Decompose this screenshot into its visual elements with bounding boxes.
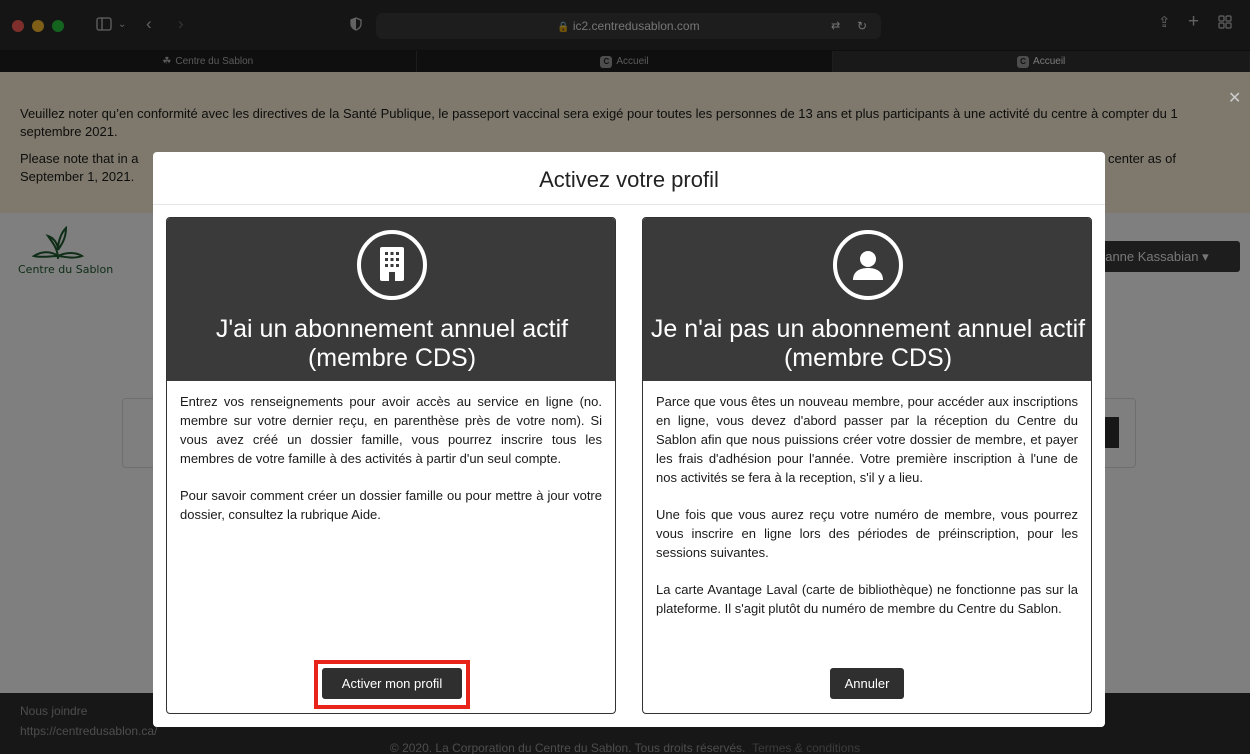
non-member-card: Je n'ai pas un abonnement annuel actif (… [642,217,1092,714]
card-paragraph: Une fois que vous aurez reçu votre numér… [656,507,1078,560]
card-body: Parce que vous êtes un nouveau membre, p… [643,381,1091,618]
card-title: J'ai un abonnement annuel actif (membre … [215,315,569,372]
card-body: Entrez vos renseignements pour avoir acc… [167,381,615,524]
card-paragraph: La carte Avantage Laval (carte de biblio… [656,582,1078,616]
card-title: Je n'ai pas un abonnement annuel actif (… [650,315,1086,372]
card-paragraph: Parce que vous êtes un nouveau membre, p… [656,394,1078,485]
user-icon [833,230,903,300]
card-paragraph: Pour savoir comment créer un dossier fam… [180,488,602,522]
card-header: Je n'ai pas un abonnement annuel actif (… [643,218,1091,381]
card-header: J'ai un abonnement annuel actif (membre … [167,218,615,381]
building-icon [357,230,427,300]
close-icon[interactable]: ✕ [1228,88,1241,108]
activate-profile-modal: Activez votre profil J'ai un abonnement … [153,152,1105,727]
card-paragraph: Entrez vos renseignements pour avoir acc… [180,394,602,466]
active-member-card: J'ai un abonnement annuel actif (membre … [166,217,616,714]
modal-title: Activez votre profil [153,152,1105,205]
cancel-button[interactable]: Annuler [830,668,904,699]
activate-profile-button[interactable]: Activer mon profil [322,668,462,699]
